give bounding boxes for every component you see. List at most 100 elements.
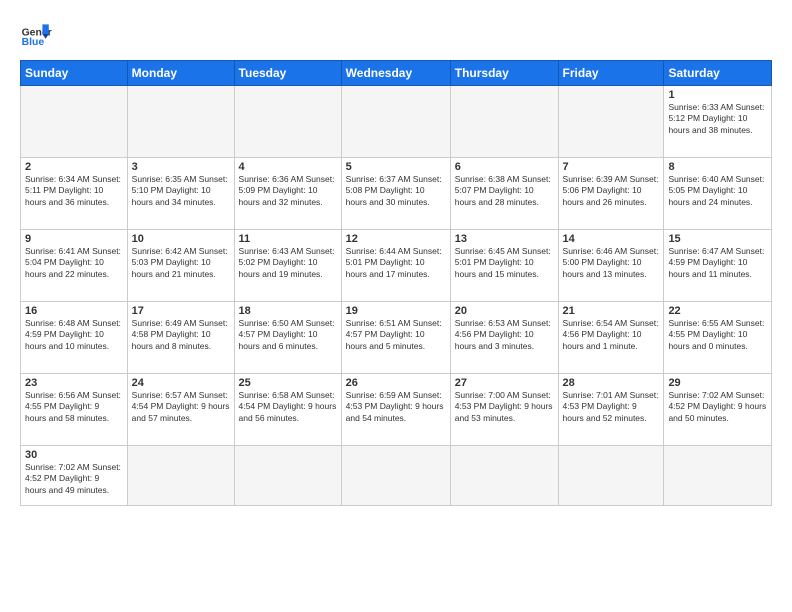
calendar-cell: 1Sunrise: 6:33 AM Sunset: 5:12 PM Daylig… (664, 86, 772, 158)
day-number: 25 (239, 377, 337, 389)
weekday-friday: Friday (558, 61, 664, 86)
calendar-cell: 24Sunrise: 6:57 AM Sunset: 4:54 PM Dayli… (127, 374, 234, 446)
day-number: 16 (25, 305, 123, 317)
day-info: Sunrise: 6:54 AM Sunset: 4:56 PM Dayligh… (563, 318, 660, 352)
day-number: 29 (668, 377, 767, 389)
calendar-week-row: 1Sunrise: 6:33 AM Sunset: 5:12 PM Daylig… (21, 86, 772, 158)
calendar-cell: 12Sunrise: 6:44 AM Sunset: 5:01 PM Dayli… (341, 230, 450, 302)
day-number: 28 (563, 377, 660, 389)
day-number: 15 (668, 233, 767, 245)
calendar-cell: 13Sunrise: 6:45 AM Sunset: 5:01 PM Dayli… (450, 230, 558, 302)
day-info: Sunrise: 6:56 AM Sunset: 4:55 PM Dayligh… (25, 390, 123, 424)
day-info: Sunrise: 6:35 AM Sunset: 5:10 PM Dayligh… (132, 174, 230, 208)
day-number: 1 (668, 89, 767, 101)
day-number: 24 (132, 377, 230, 389)
calendar-cell: 8Sunrise: 6:40 AM Sunset: 5:05 PM Daylig… (664, 158, 772, 230)
calendar-cell (450, 86, 558, 158)
weekday-header-row: SundayMondayTuesdayWednesdayThursdayFrid… (21, 61, 772, 86)
day-info: Sunrise: 6:34 AM Sunset: 5:11 PM Dayligh… (25, 174, 123, 208)
day-number: 20 (455, 305, 554, 317)
calendar-cell: 22Sunrise: 6:55 AM Sunset: 4:55 PM Dayli… (664, 302, 772, 374)
day-number: 13 (455, 233, 554, 245)
day-info: Sunrise: 6:45 AM Sunset: 5:01 PM Dayligh… (455, 246, 554, 280)
day-info: Sunrise: 6:40 AM Sunset: 5:05 PM Dayligh… (668, 174, 767, 208)
calendar-cell (127, 446, 234, 506)
calendar-cell: 27Sunrise: 7:00 AM Sunset: 4:53 PM Dayli… (450, 374, 558, 446)
weekday-saturday: Saturday (664, 61, 772, 86)
day-info: Sunrise: 7:02 AM Sunset: 4:52 PM Dayligh… (25, 462, 123, 496)
calendar-cell (21, 86, 128, 158)
svg-text:Blue: Blue (22, 37, 45, 48)
day-number: 21 (563, 305, 660, 317)
day-number: 30 (25, 449, 123, 461)
calendar-cell: 16Sunrise: 6:48 AM Sunset: 4:59 PM Dayli… (21, 302, 128, 374)
calendar-cell: 23Sunrise: 6:56 AM Sunset: 4:55 PM Dayli… (21, 374, 128, 446)
day-info: Sunrise: 7:01 AM Sunset: 4:53 PM Dayligh… (563, 390, 660, 424)
calendar-cell (664, 446, 772, 506)
calendar-cell (341, 86, 450, 158)
day-number: 5 (346, 161, 446, 173)
day-info: Sunrise: 6:50 AM Sunset: 4:57 PM Dayligh… (239, 318, 337, 352)
calendar-cell (127, 86, 234, 158)
day-number: 17 (132, 305, 230, 317)
day-number: 11 (239, 233, 337, 245)
day-number: 6 (455, 161, 554, 173)
day-info: Sunrise: 6:59 AM Sunset: 4:53 PM Dayligh… (346, 390, 446, 424)
day-info: Sunrise: 6:55 AM Sunset: 4:55 PM Dayligh… (668, 318, 767, 352)
day-number: 2 (25, 161, 123, 173)
day-number: 27 (455, 377, 554, 389)
calendar-cell (558, 86, 664, 158)
day-info: Sunrise: 6:39 AM Sunset: 5:06 PM Dayligh… (563, 174, 660, 208)
day-number: 18 (239, 305, 337, 317)
calendar-week-row: 9Sunrise: 6:41 AM Sunset: 5:04 PM Daylig… (21, 230, 772, 302)
day-info: Sunrise: 6:48 AM Sunset: 4:59 PM Dayligh… (25, 318, 123, 352)
calendar-table: SundayMondayTuesdayWednesdayThursdayFrid… (20, 60, 772, 506)
calendar-cell: 11Sunrise: 6:43 AM Sunset: 5:02 PM Dayli… (234, 230, 341, 302)
calendar-cell: 19Sunrise: 6:51 AM Sunset: 4:57 PM Dayli… (341, 302, 450, 374)
calendar-cell: 4Sunrise: 6:36 AM Sunset: 5:09 PM Daylig… (234, 158, 341, 230)
calendar-cell: 21Sunrise: 6:54 AM Sunset: 4:56 PM Dayli… (558, 302, 664, 374)
calendar-week-row: 23Sunrise: 6:56 AM Sunset: 4:55 PM Dayli… (21, 374, 772, 446)
calendar-week-row: 16Sunrise: 6:48 AM Sunset: 4:59 PM Dayli… (21, 302, 772, 374)
day-number: 9 (25, 233, 123, 245)
calendar-cell: 14Sunrise: 6:46 AM Sunset: 5:00 PM Dayli… (558, 230, 664, 302)
day-info: Sunrise: 6:33 AM Sunset: 5:12 PM Dayligh… (668, 102, 767, 136)
day-number: 23 (25, 377, 123, 389)
calendar-cell: 10Sunrise: 6:42 AM Sunset: 5:03 PM Dayli… (127, 230, 234, 302)
weekday-sunday: Sunday (21, 61, 128, 86)
day-info: Sunrise: 6:37 AM Sunset: 5:08 PM Dayligh… (346, 174, 446, 208)
calendar-cell: 7Sunrise: 6:39 AM Sunset: 5:06 PM Daylig… (558, 158, 664, 230)
day-info: Sunrise: 6:58 AM Sunset: 4:54 PM Dayligh… (239, 390, 337, 424)
logo: General Blue (20, 18, 52, 50)
calendar-cell: 25Sunrise: 6:58 AM Sunset: 4:54 PM Dayli… (234, 374, 341, 446)
calendar-cell: 15Sunrise: 6:47 AM Sunset: 4:59 PM Dayli… (664, 230, 772, 302)
day-number: 26 (346, 377, 446, 389)
day-info: Sunrise: 7:00 AM Sunset: 4:53 PM Dayligh… (455, 390, 554, 424)
day-info: Sunrise: 6:44 AM Sunset: 5:01 PM Dayligh… (346, 246, 446, 280)
weekday-thursday: Thursday (450, 61, 558, 86)
day-number: 22 (668, 305, 767, 317)
calendar-cell: 5Sunrise: 6:37 AM Sunset: 5:08 PM Daylig… (341, 158, 450, 230)
calendar-cell: 17Sunrise: 6:49 AM Sunset: 4:58 PM Dayli… (127, 302, 234, 374)
calendar-cell (234, 86, 341, 158)
calendar-cell (558, 446, 664, 506)
weekday-wednesday: Wednesday (341, 61, 450, 86)
calendar-cell: 30Sunrise: 7:02 AM Sunset: 4:52 PM Dayli… (21, 446, 128, 506)
calendar-cell (341, 446, 450, 506)
day-info: Sunrise: 6:46 AM Sunset: 5:00 PM Dayligh… (563, 246, 660, 280)
calendar-cell: 18Sunrise: 6:50 AM Sunset: 4:57 PM Dayli… (234, 302, 341, 374)
calendar-week-row: 30Sunrise: 7:02 AM Sunset: 4:52 PM Dayli… (21, 446, 772, 506)
calendar-cell: 26Sunrise: 6:59 AM Sunset: 4:53 PM Dayli… (341, 374, 450, 446)
calendar-cell (450, 446, 558, 506)
day-number: 14 (563, 233, 660, 245)
day-info: Sunrise: 6:49 AM Sunset: 4:58 PM Dayligh… (132, 318, 230, 352)
day-info: Sunrise: 6:57 AM Sunset: 4:54 PM Dayligh… (132, 390, 230, 424)
day-number: 3 (132, 161, 230, 173)
day-number: 19 (346, 305, 446, 317)
calendar-cell: 29Sunrise: 7:02 AM Sunset: 4:52 PM Dayli… (664, 374, 772, 446)
day-number: 12 (346, 233, 446, 245)
day-info: Sunrise: 6:41 AM Sunset: 5:04 PM Dayligh… (25, 246, 123, 280)
calendar-cell: 20Sunrise: 6:53 AM Sunset: 4:56 PM Dayli… (450, 302, 558, 374)
day-info: Sunrise: 7:02 AM Sunset: 4:52 PM Dayligh… (668, 390, 767, 424)
weekday-tuesday: Tuesday (234, 61, 341, 86)
